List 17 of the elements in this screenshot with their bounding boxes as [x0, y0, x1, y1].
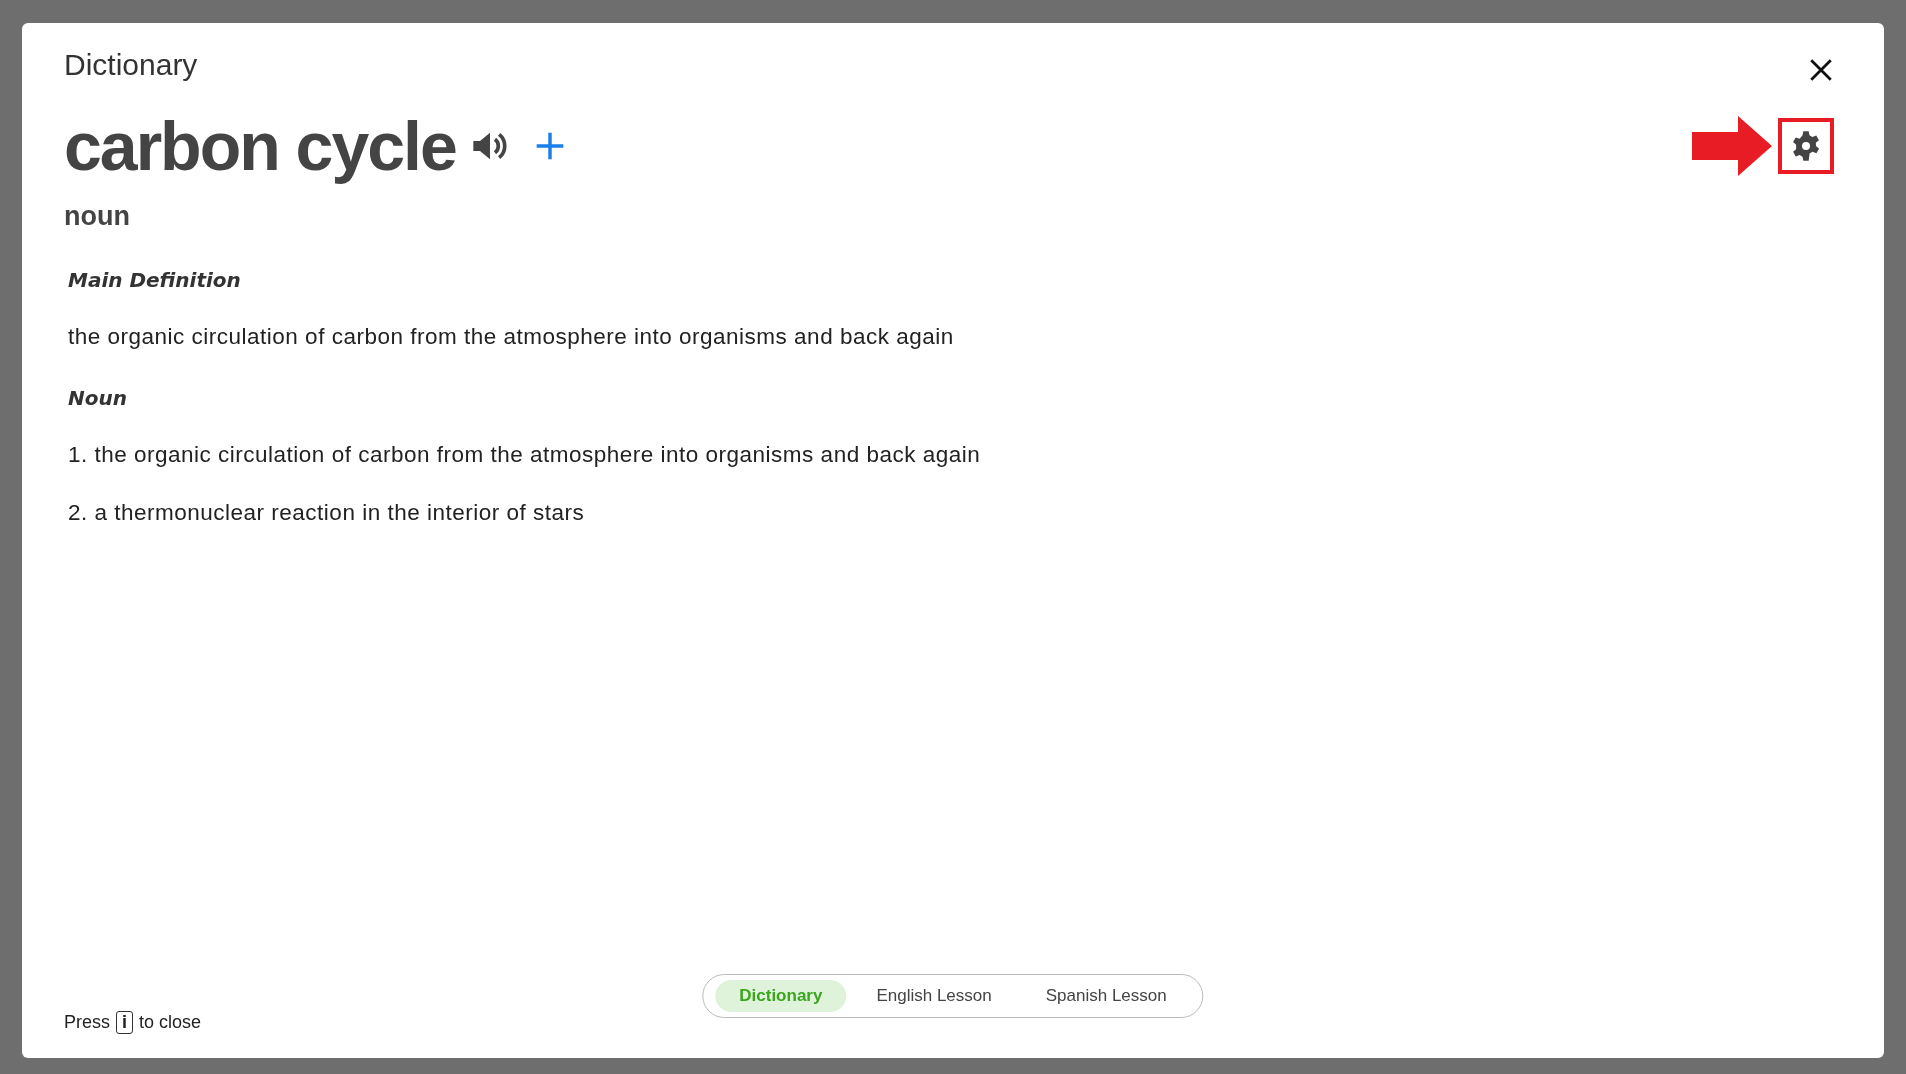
part-of-speech: noun: [64, 201, 131, 232]
section-heading: Noun: [68, 386, 128, 410]
hint-text: to close: [139, 1011, 202, 1033]
settings-button[interactable]: [1778, 118, 1834, 174]
definition-text: the organic circulation of carbon from the atmosphere into organisms and back again: [68, 324, 955, 350]
settings-icon: [1790, 130, 1822, 162]
definition-text: 2. a thermonuclear reaction in the interior of stars: [68, 500, 586, 526]
close-icon[interactable]: [1808, 57, 1834, 83]
dialog-title: Dictionary: [64, 48, 198, 82]
headword: carbon cycle: [64, 107, 456, 185]
definition-text: 1. the organic circulation of carbon from the atmosphere into organisms and back again: [68, 442, 982, 468]
tab[interactable]: Spanish Lesson: [1021, 980, 1191, 1012]
hint-text: Press: [64, 1011, 110, 1033]
key-label: i: [116, 1010, 134, 1034]
arrow-icon: [1692, 116, 1772, 176]
section-heading: Main Definition: [68, 268, 242, 292]
tab[interactable]: English Lesson: [852, 980, 1016, 1012]
